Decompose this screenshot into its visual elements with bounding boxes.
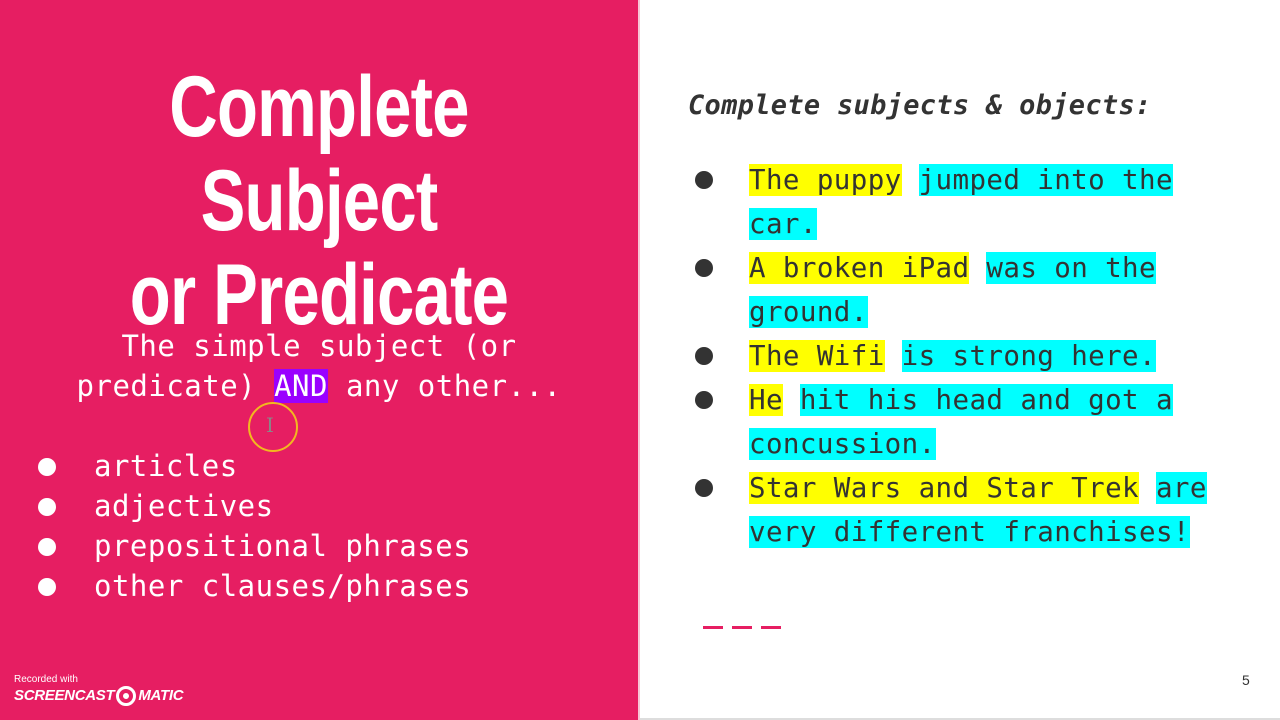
examples-heading: Complete subjects & objects: bbox=[688, 90, 1152, 121]
list-item-label: articles bbox=[94, 449, 238, 483]
example-item: He hit his head and got a concussion. bbox=[694, 378, 1254, 466]
slide-page-number: 5 bbox=[1242, 672, 1250, 688]
example-item: The puppy jumped into the car. bbox=[694, 158, 1254, 246]
intro-line-2: predicate) AND any other... bbox=[20, 366, 618, 406]
dash-mark bbox=[703, 626, 723, 629]
intro-line-1: The simple subject (or bbox=[121, 329, 517, 363]
watermark-recorded-with: Recorded with bbox=[14, 674, 78, 685]
bullet-icon bbox=[695, 171, 713, 189]
bullet-icon bbox=[695, 391, 713, 409]
subject-highlight: The Wifi bbox=[749, 340, 885, 372]
bullet-icon bbox=[38, 578, 56, 596]
subject-highlight: The puppy bbox=[749, 164, 902, 196]
bullet-icon bbox=[38, 498, 56, 516]
subject-highlight: A broken iPad bbox=[749, 252, 970, 284]
example-item: Star Wars and Star Trek are very differe… bbox=[694, 466, 1254, 554]
example-item: The Wifi is strong here. bbox=[694, 334, 1254, 378]
bullet-icon bbox=[695, 347, 713, 365]
example-item: A broken iPad was on the ground. bbox=[694, 246, 1254, 334]
intro-before: predicate) bbox=[76, 369, 275, 403]
title-line-1: Complete Subject bbox=[169, 59, 469, 249]
list-item-label: prepositional phrases bbox=[94, 529, 472, 563]
list-item: articles bbox=[36, 446, 471, 486]
bullet-icon bbox=[695, 259, 713, 277]
slide-title: Complete Subject or Predicate bbox=[70, 60, 568, 342]
dash-mark bbox=[732, 626, 752, 629]
list-item: other clauses/phrases bbox=[36, 566, 471, 606]
screencast-watermark: Recorded with SCREENCAST MATIC bbox=[14, 674, 184, 706]
list-item: adjectives bbox=[36, 486, 471, 526]
examples-list: The puppy jumped into the car. A broken … bbox=[694, 158, 1254, 554]
list-item-label: other clauses/phrases bbox=[94, 569, 472, 603]
decorative-dashes bbox=[703, 626, 781, 629]
and-highlight[interactable]: AND bbox=[274, 369, 328, 403]
subject-highlight: He bbox=[749, 384, 783, 416]
panel-divider bbox=[638, 0, 640, 720]
predicate-highlight: hit his head and got a concussion. bbox=[749, 384, 1173, 460]
i-beam-cursor-icon: I bbox=[266, 413, 274, 437]
watermark-brand: SCREENCAST MATIC bbox=[14, 686, 184, 706]
bullet-icon bbox=[38, 538, 56, 556]
bullet-icon bbox=[695, 479, 713, 497]
watermark-brand-left: SCREENCAST bbox=[14, 687, 115, 704]
modifier-list: articles adjectives prepositional phrase… bbox=[36, 446, 471, 606]
list-item: prepositional phrases bbox=[36, 526, 471, 566]
subject-highlight: Star Wars and Star Trek bbox=[749, 472, 1139, 504]
left-panel: Complete Subject or Predicate The simple… bbox=[0, 0, 638, 720]
predicate-highlight: is strong here. bbox=[901, 340, 1156, 372]
list-item-label: adjectives bbox=[94, 489, 274, 523]
dash-mark bbox=[761, 626, 781, 629]
intro-after: any other... bbox=[327, 369, 562, 403]
screencast-logo-icon bbox=[116, 686, 137, 706]
watermark-brand-right: MATIC bbox=[138, 687, 184, 704]
intro-text: The simple subject (or predicate) AND an… bbox=[20, 326, 618, 406]
bullet-icon bbox=[38, 458, 56, 476]
